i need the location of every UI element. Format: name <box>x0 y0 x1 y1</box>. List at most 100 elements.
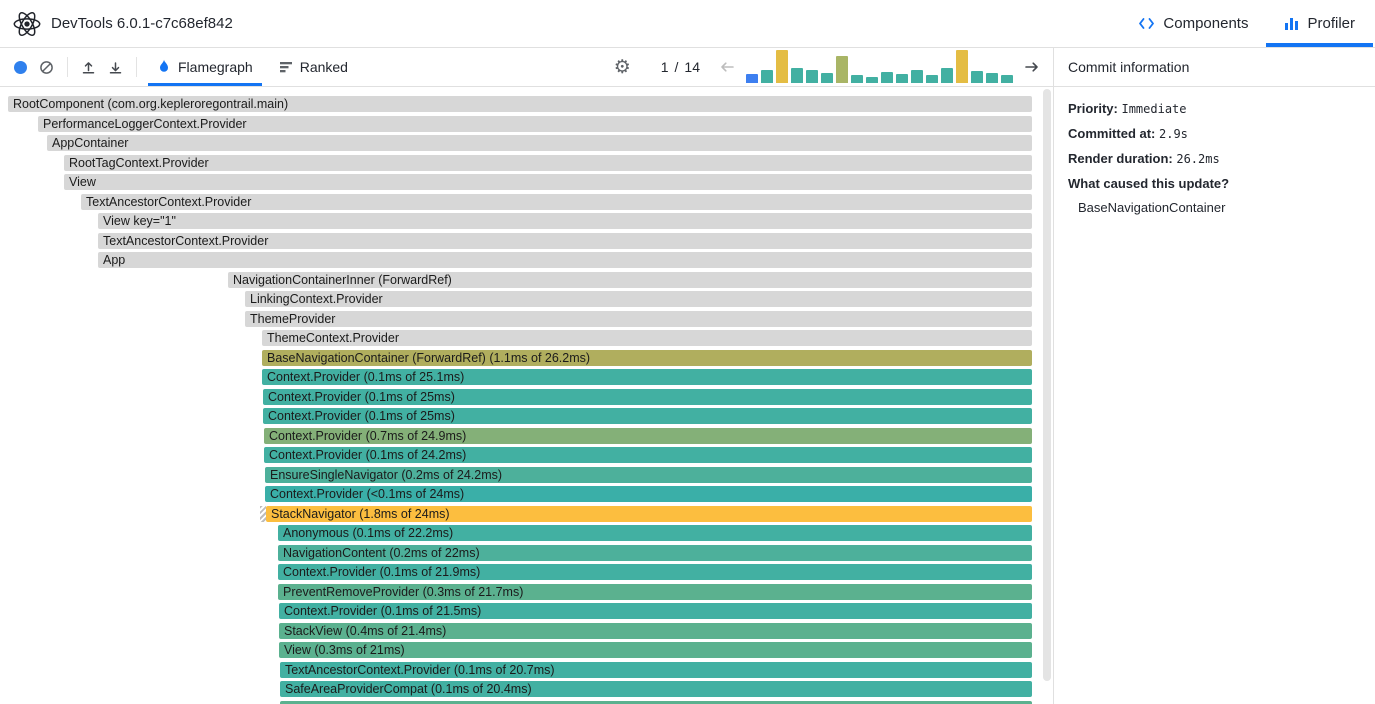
react-logo-icon <box>12 9 42 39</box>
commit-bar[interactable] <box>956 50 968 83</box>
bar-chart-icon <box>1284 17 1299 31</box>
code-brackets-icon <box>1138 17 1155 30</box>
flame-bar[interactable]: App <box>98 252 1032 268</box>
flame-bar[interactable]: SafeAreaProviderCompat (0.1ms of 20.4ms) <box>280 681 1032 697</box>
tab-profiler[interactable]: Profiler <box>1266 0 1373 47</box>
gear-icon: ⚙ <box>614 58 631 77</box>
flame-bar[interactable]: Context.Provider (0.1ms of 21.5ms) <box>279 603 1032 619</box>
clear-profiling-button[interactable] <box>33 55 60 80</box>
commit-bar[interactable] <box>761 70 773 83</box>
field-label: Priority: <box>1068 101 1121 116</box>
commit-bar[interactable] <box>896 74 908 83</box>
flame-bar[interactable]: PreventRemoveProvider (0.3ms of 21.7ms) <box>278 584 1032 600</box>
next-commit-button[interactable] <box>1017 54 1047 80</box>
commit-bar[interactable] <box>926 75 938 83</box>
update-cause-label: What caused this update? <box>1068 176 1229 191</box>
field-label: Render duration: <box>1068 151 1176 166</box>
cause-component-link[interactable]: BaseNavigationContainer <box>1078 200 1361 215</box>
flame-bar[interactable]: TextAncestorContext.Provider <box>98 233 1032 249</box>
flame-bar[interactable]: TextAncestorContext.Provider (0.1ms of 2… <box>280 662 1032 678</box>
tab-components[interactable]: Components <box>1120 0 1266 47</box>
flame-bar[interactable]: ThemeProvider <box>245 311 1032 327</box>
flame-bar[interactable]: NavigationContainerInner (ForwardRef) <box>228 272 1032 288</box>
prev-commit-button[interactable] <box>712 54 742 80</box>
flame-bar[interactable]: RootTagContext.Provider <box>64 155 1032 171</box>
flame-bar[interactable]: TextAncestorContext.Provider <box>81 194 1032 210</box>
flame-bar[interactable]: AppContainer <box>47 135 1032 151</box>
toolbar-divider <box>136 57 137 77</box>
field-value: 2.9s <box>1159 127 1188 141</box>
record-button[interactable] <box>8 56 33 79</box>
toolbar-divider <box>67 57 68 77</box>
flame-bar[interactable]: BaseNavigationContainer (ForwardRef) (1.… <box>262 350 1032 366</box>
commit-bar[interactable] <box>986 73 998 83</box>
flame-bar[interactable]: Context.Provider (0.1ms of 24.2ms) <box>264 447 1032 463</box>
commit-bar[interactable] <box>941 68 953 83</box>
flamegraph-scrollbar[interactable] <box>1043 89 1051 681</box>
main-area: Flamegraph Ranked ⚙ 1 <box>0 48 1375 704</box>
commit-bar[interactable] <box>881 72 893 83</box>
commit-bar[interactable] <box>791 68 803 83</box>
flame-bar[interactable]: Anonymous (0.1ms of 22.2ms) <box>278 525 1032 541</box>
flame-bar[interactable]: View <box>64 174 1032 190</box>
flame-bar[interactable]: NavigationContent (0.2ms of 22ms) <box>278 545 1032 561</box>
flame-bar[interactable]: StackNavigator (1.8ms of 24ms) <box>266 506 1032 522</box>
flame-bar[interactable]: Context.Provider (0.1ms of 21.9ms) <box>278 564 1032 580</box>
field-value: 26.2ms <box>1176 152 1219 166</box>
flame-bar[interactable]: StackView (0.4ms of 21.4ms) <box>279 623 1032 639</box>
current-commit-number: 1 <box>661 59 669 75</box>
flamegraph-rows: RootComponent (com.org.kepleroregontrail… <box>0 96 1053 704</box>
flame-icon <box>157 59 171 75</box>
flame-bar[interactable]: View key="1" <box>98 213 1032 229</box>
commit-info-title: Commit information <box>1054 48 1375 87</box>
field-value: Immediate <box>1121 102 1186 116</box>
tab-flamegraph-label: Flamegraph <box>178 59 253 75</box>
tab-ranked[interactable]: Ranked <box>266 48 361 86</box>
commit-pagination: 1 / 14 <box>661 59 700 75</box>
tab-profiler-label: Profiler <box>1307 15 1355 32</box>
commit-bar[interactable] <box>821 73 833 83</box>
commit-selector-chart[interactable] <box>746 50 1013 86</box>
commit-bar[interactable] <box>851 75 863 83</box>
commit-bar[interactable] <box>971 71 983 83</box>
commit-info-field: Priority: Immediate <box>1068 101 1361 117</box>
flame-bar[interactable]: EnsureSingleNavigator (0.2ms of 24.2ms) <box>265 467 1032 483</box>
commit-bar[interactable] <box>1001 75 1013 83</box>
flame-bar[interactable] <box>280 701 1032 704</box>
flame-bar[interactable]: ThemeContext.Provider <box>262 330 1032 346</box>
commit-bar[interactable] <box>836 56 848 83</box>
flame-bar[interactable]: Context.Provider (0.1ms of 25ms) <box>263 408 1032 424</box>
flame-bar[interactable]: Context.Provider (<0.1ms of 24ms) <box>265 486 1032 502</box>
record-icon <box>14 61 27 74</box>
commit-bar[interactable] <box>806 70 818 83</box>
arrow-down-tray-icon <box>108 60 123 75</box>
flame-bar[interactable]: LinkingContext.Provider <box>245 291 1032 307</box>
commit-info-body: Priority: Immediate Committed at: 2.9s Ren… <box>1054 87 1375 215</box>
commit-bar[interactable] <box>866 77 878 83</box>
commit-info-field: Render duration: 26.2ms <box>1068 151 1361 167</box>
commit-bar[interactable] <box>911 70 923 83</box>
flame-bar[interactable]: Context.Provider (0.1ms of 25ms) <box>263 389 1032 405</box>
update-cause-question: What caused this update? <box>1068 176 1361 191</box>
flame-bar[interactable]: View (0.3ms of 21ms) <box>279 642 1032 658</box>
flame-bar[interactable]: PerformanceLoggerContext.Provider <box>38 116 1032 132</box>
flame-bar[interactable]: Context.Provider (0.1ms of 25.1ms) <box>262 369 1032 385</box>
commit-bar[interactable] <box>776 50 788 83</box>
field-label: Committed at: <box>1068 126 1159 141</box>
circle-slash-icon <box>39 60 54 75</box>
commit-info-field: Committed at: 2.9s <box>1068 126 1361 142</box>
load-profile-button[interactable] <box>75 55 102 80</box>
profiler-pane: Flamegraph Ranked ⚙ 1 <box>0 48 1053 704</box>
tab-ranked-label: Ranked <box>300 59 348 75</box>
arrow-right-icon <box>1023 59 1041 75</box>
react-devtools-window: DevTools 6.0.1-c7c68ef842 Components <box>0 0 1375 704</box>
settings-button[interactable]: ⚙ <box>608 53 637 82</box>
flame-bar[interactable]: RootComponent (com.org.kepleroregontrail… <box>8 96 1032 112</box>
save-profile-button[interactable] <box>102 55 129 80</box>
flame-bar[interactable]: Context.Provider (0.7ms of 24.9ms) <box>264 428 1032 444</box>
bars-descending-icon <box>279 60 293 74</box>
tab-flamegraph[interactable]: Flamegraph <box>144 48 266 86</box>
flamegraph-panel: RootComponent (com.org.kepleroregontrail… <box>0 87 1053 704</box>
commit-bar[interactable] <box>746 74 758 83</box>
commit-info-fields: Priority: Immediate Committed at: 2.9s Ren… <box>1068 101 1361 167</box>
